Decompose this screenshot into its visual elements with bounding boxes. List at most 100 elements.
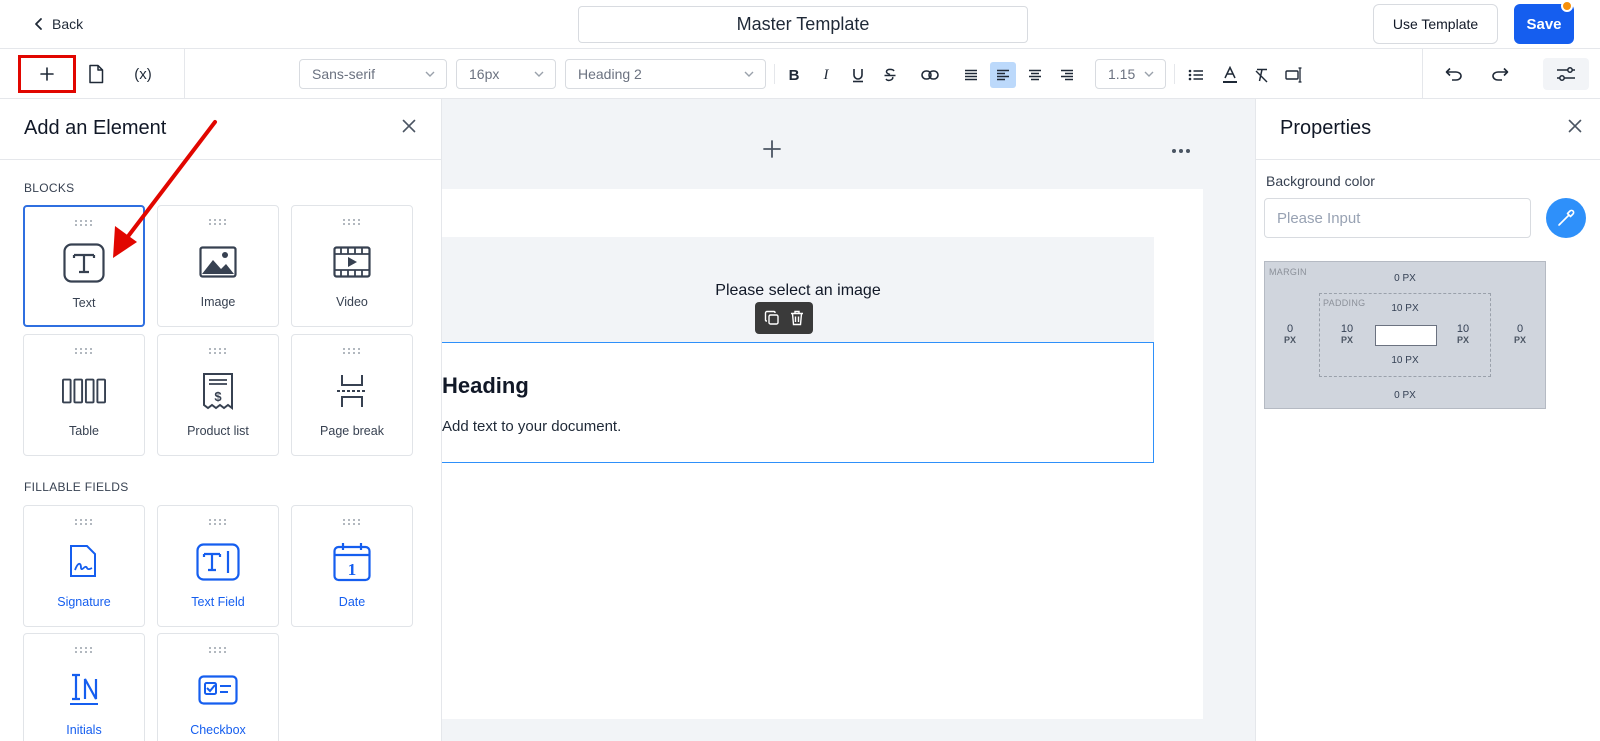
properties-toggle-button[interactable] [1543,58,1589,90]
properties-title: Properties [1280,117,1372,139]
blocks-heading: BLOCKS [24,181,75,195]
padding-bottom-value[interactable]: 10 PX [1381,355,1429,366]
padding-left-number: 10 [1340,323,1354,335]
initials-icon [62,668,106,712]
margin-top-value[interactable]: 0 PX [1385,273,1425,284]
card-label: Table [69,424,99,438]
clear-format-icon[interactable] [1249,62,1275,88]
line-height-select[interactable]: 1.15 [1095,59,1166,89]
element-card-initials[interactable]: Initials [23,633,145,741]
strikethrough-icon[interactable] [877,62,903,88]
element-card-image[interactable]: Image [157,205,279,327]
element-card-product-list[interactable]: $ Product list [157,334,279,456]
element-card-signature[interactable]: Signature [23,505,145,627]
undo-button[interactable] [1438,58,1470,90]
card-label: Text Field [191,595,245,609]
redo-button[interactable] [1484,58,1516,90]
box-model-editor: MARGIN 0 PX 0 PX 0 PX 0 PX PADDING 10 PX 1… [1264,261,1546,409]
document-settings-button[interactable] [80,58,112,90]
image-placeholder-text: Please select an image [715,282,881,299]
card-label: Product list [187,424,249,438]
padding-label: PADDING [1323,298,1366,308]
element-card-text-field[interactable]: Text Field [157,505,279,627]
align-justify-icon[interactable] [958,62,984,88]
chevron-down-icon [743,68,755,80]
element-card-page-break[interactable]: Page break [291,334,413,456]
text-color-icon[interactable] [1217,62,1243,88]
bullet-list-icon[interactable] [1183,62,1209,88]
close-icon[interactable] [397,114,421,138]
link-icon[interactable] [917,62,943,88]
element-card-video[interactable]: Video [291,205,413,327]
align-right-icon[interactable] [1054,62,1080,88]
back-label: Back [52,16,84,32]
close-icon[interactable] [1563,114,1587,138]
editor-toolbar: (x) Sans-serif 16px Heading 2 B I 1.15 [0,49,1600,99]
font-size-select[interactable]: 16px [456,59,556,89]
toolbar-separator [774,64,775,84]
element-card-checkbox[interactable]: Checkbox [157,633,279,741]
product-list-icon: $ [196,369,240,413]
plus-icon[interactable] [762,139,782,159]
panel-title: Add an Element [24,117,167,139]
margin-right-value[interactable]: 0 PX [1505,323,1535,345]
svg-text:$: $ [214,389,222,404]
drag-handle-icon [208,347,228,355]
align-center-icon[interactable] [1022,62,1048,88]
table-icon [62,369,106,413]
video-icon [330,240,374,284]
drag-handle-icon [342,347,362,355]
drag-handle-icon [74,347,94,355]
duplicate-icon[interactable] [764,310,780,326]
card-label: Date [338,595,366,609]
block-heading[interactable]: Heading [442,373,529,399]
margin-left-value[interactable]: 0 PX [1275,323,1305,345]
text-block[interactable]: Heading Add text to your document. [442,342,1154,463]
card-label: Page break [320,424,384,438]
element-card-text[interactable]: Text [23,205,145,327]
font-family-select[interactable]: Sans-serif [299,59,447,89]
element-card-table[interactable]: Table [23,334,145,456]
trash-icon[interactable] [790,310,804,326]
block-paragraph[interactable]: Add text to your document. [442,418,621,435]
drag-handle-icon [74,518,94,526]
text-style-value: Heading 2 [578,66,642,82]
padding-left-value[interactable]: 10 PX [1332,323,1362,345]
padding-top-value[interactable]: 10 PX [1381,303,1429,314]
line-height-value: 1.15 [1108,66,1136,82]
card-label: Checkbox [190,723,246,737]
text-style-select[interactable]: Heading 2 [565,59,766,89]
panel-divider [0,159,441,160]
more-options-icon[interactable] [1171,148,1191,154]
margin-right-number: 0 [1516,323,1524,335]
use-template-button[interactable]: Use Template [1373,4,1498,44]
underline-icon[interactable] [845,62,871,88]
svg-text:1: 1 [348,560,357,579]
padding-right-value[interactable]: 10 PX [1448,323,1478,345]
content-box [1375,325,1437,346]
color-picker-button[interactable] [1546,198,1586,238]
document-title-input[interactable]: Master Template [578,6,1028,43]
card-label: Text [72,296,96,310]
margin-bottom-value[interactable]: 0 PX [1385,390,1425,401]
background-color-input[interactable] [1264,198,1531,238]
undo-icon [1445,67,1463,81]
drag-handle-icon [342,218,362,226]
element-card-date[interactable]: 1 Date [291,505,413,627]
bold-icon[interactable]: B [781,62,807,88]
document-page: Please select an image Heading Add text … [442,189,1203,719]
add-element-button[interactable] [31,58,63,90]
insert-field-icon[interactable] [1281,62,1307,88]
card-label: Image [200,295,236,309]
align-left-icon[interactable] [990,62,1016,88]
toolbar-separator [1174,64,1175,84]
background-color-label: Background color [1266,173,1375,189]
font-family-value: Sans-serif [312,66,376,82]
margin-label: MARGIN [1269,267,1307,277]
sliders-icon [1556,66,1576,82]
back-button[interactable]: Back [34,13,83,35]
variables-button[interactable]: (x) [127,58,159,90]
top-bar: Back Master Template Use Template Save [0,0,1600,49]
italic-icon[interactable]: I [813,62,839,88]
drag-handle-icon [74,219,94,227]
